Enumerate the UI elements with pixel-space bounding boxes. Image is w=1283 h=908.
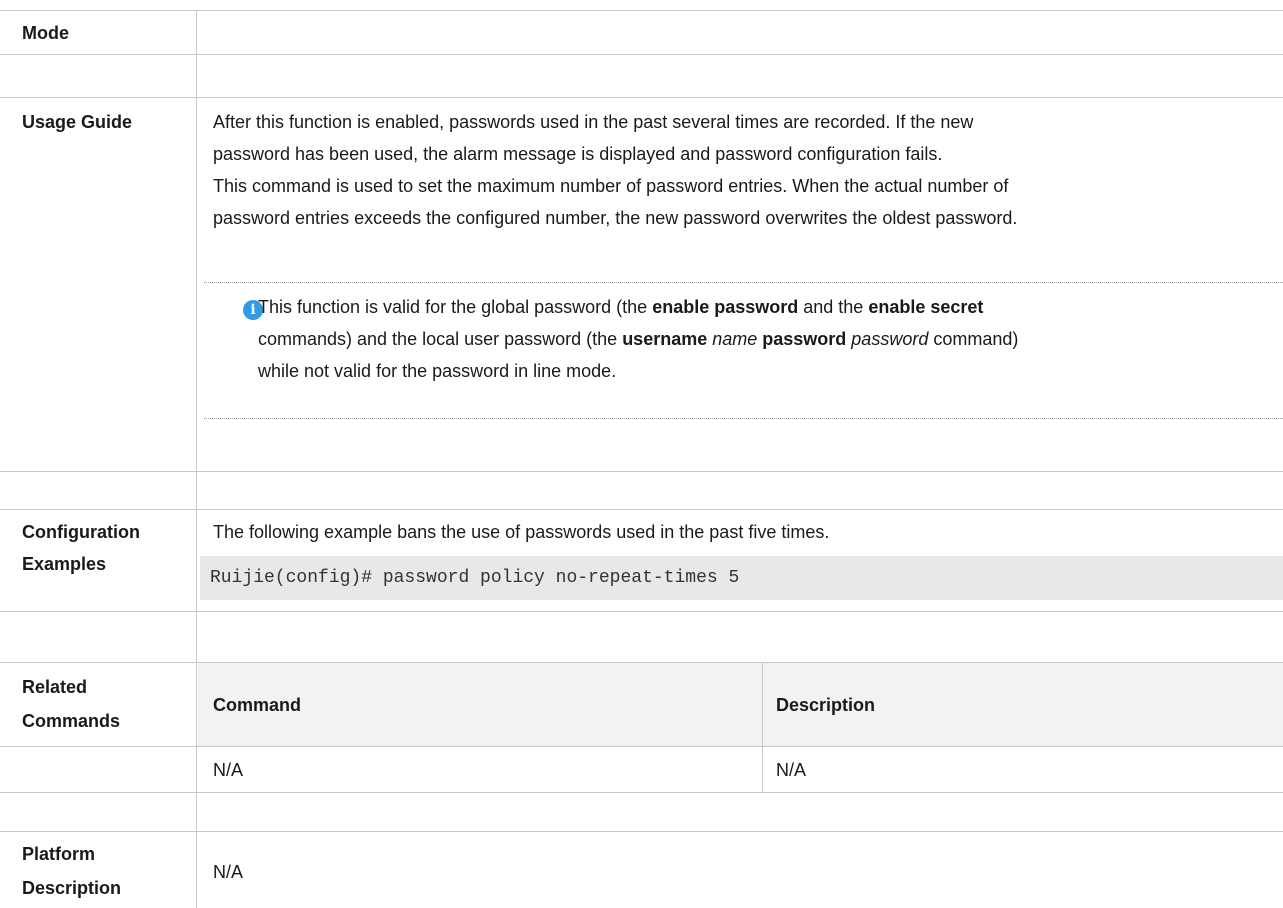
note-arg-name: name (707, 329, 763, 349)
spacer-label-cell (0, 55, 197, 97)
platform-content: N/A (198, 832, 1283, 908)
config-description: The following example bans the use of pa… (213, 522, 830, 542)
config-label-line-2: Examples (22, 554, 107, 574)
related-data-row: N/A N/A (0, 746, 1283, 793)
note-keyword-username: username (622, 329, 708, 349)
spacer-row (0, 792, 1283, 831)
spacer-row (0, 54, 1283, 97)
usage-line-2: password has been used, the alarm messag… (213, 144, 943, 164)
spacer-label-cell (0, 612, 197, 662)
related-label-line-2: Commands (22, 711, 121, 731)
note-keyword-enable-password: enable password (652, 297, 799, 317)
mode-row: Mode (0, 10, 1283, 54)
code-block: Ruijie(config)# password policy no-repea… (200, 556, 1283, 600)
related-label-cell: Related Commands (0, 663, 197, 746)
related-header: Command Description (198, 663, 1283, 747)
usage-guide-row: Usage Guide After this function is enabl… (0, 97, 1283, 471)
platform-label-cell: Platform Description (0, 832, 197, 908)
usage-label-cell: Usage Guide (0, 98, 197, 471)
related-commands-row: Related Commands Command Description (0, 662, 1283, 747)
mode-label-cell: Mode (0, 11, 197, 54)
note-text: and the (798, 297, 869, 317)
mode-content (198, 11, 1283, 54)
related-data-label-cell (0, 747, 197, 792)
code-text: Ruijie(config)# password policy no-repea… (210, 568, 740, 588)
config-label-line-1: Configuration (22, 522, 140, 542)
spacer-label-cell (0, 793, 197, 831)
note-line-2: commands) and the local user password (t… (258, 323, 1283, 355)
usage-guide-label: Usage Guide (22, 112, 133, 132)
usage-line-3: This command is used to set the maximum … (213, 176, 1009, 196)
note-arg-password: password (846, 329, 929, 349)
note-box: i This function is valid for the global … (204, 282, 1283, 419)
mode-label: Mode (22, 23, 69, 43)
column-divider (762, 663, 763, 747)
config-content: The following example bans the use of pa… (198, 510, 1283, 611)
note-text: commands) and the local user password (t… (258, 329, 623, 349)
note-keyword-password: password (762, 329, 847, 349)
note-text: This function is valid for the global pa… (258, 297, 653, 317)
cell-description: N/A (776, 760, 807, 780)
usage-content: After this function is enabled, password… (198, 98, 1283, 471)
config-label-cell: Configuration Examples (0, 510, 197, 611)
note-keyword-enable-secret: enable secret (868, 297, 984, 317)
related-data: N/A N/A (198, 747, 1283, 793)
note-text: command) (928, 329, 1019, 349)
spacer-row (0, 471, 1283, 509)
note-line-3: while not valid for the password in line… (258, 361, 617, 381)
usage-line-1: After this function is enabled, password… (213, 112, 974, 132)
header-description: Description (776, 695, 876, 715)
config-examples-row: Configuration Examples The following exa… (0, 509, 1283, 611)
platform-label-line-2: Description (22, 878, 122, 898)
spacer-row (0, 611, 1283, 662)
related-label-line-1: Related (22, 677, 88, 697)
platform-description-row: Platform Description N/A (0, 831, 1283, 908)
spacer-label-cell (0, 472, 197, 509)
usage-line-4: password entries exceeds the configured … (213, 208, 1018, 228)
platform-text: N/A (213, 862, 244, 882)
column-divider (762, 747, 763, 793)
platform-label-line-1: Platform (22, 844, 96, 864)
command-reference-table: Mode Usage Guide After this function is … (0, 0, 1283, 908)
note-line-1: This function is valid for the global pa… (258, 291, 1283, 323)
